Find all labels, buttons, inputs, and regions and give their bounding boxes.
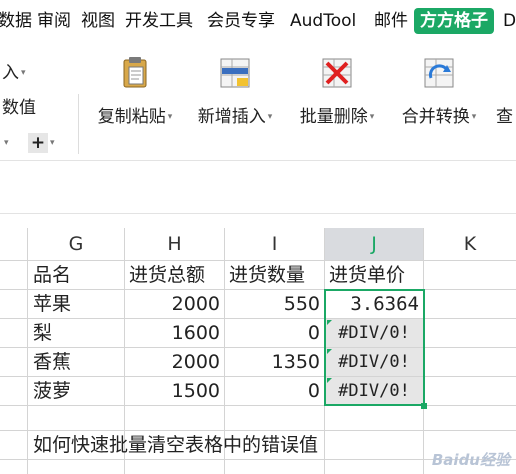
cell-i-pear[interactable]: 0 <box>225 319 324 347</box>
merge-convert-label: 合并转换 <box>401 107 470 127</box>
insert-icon <box>218 56 252 90</box>
cell-g-banana[interactable]: 香蕉 <box>33 348 123 376</box>
insert-button[interactable]: 新增插入 ▾ <box>192 56 278 128</box>
error-indicator-icon <box>327 349 332 354</box>
cell-h-apple[interactable]: 2000 <box>125 290 224 318</box>
grid-line <box>0 405 516 406</box>
column-header-i[interactable]: I <box>225 228 324 260</box>
menu-audtool[interactable]: AudTool <box>290 9 356 33</box>
menu-review[interactable]: 审阅 <box>37 9 71 33</box>
grid-line <box>0 430 516 431</box>
search-tool-button[interactable]: 查 <box>496 56 516 128</box>
menu-fangfanggezi[interactable]: 方方格子 <box>414 8 494 34</box>
menu-bar: 数据 审阅 视图 开发工具 会员专享 AudTool 邮件 方方格子 D <box>0 0 516 42</box>
cell-i-pineapple[interactable]: 0 <box>225 377 324 405</box>
clipboard-icon <box>118 56 152 90</box>
chevron-down-icon: ▾ <box>369 112 375 122</box>
ribbon-divider <box>78 94 79 154</box>
cell-j-header[interactable]: 进货单价 <box>329 261 422 289</box>
delete-icon <box>320 56 354 90</box>
batch-delete-label: 批量删除 <box>299 107 368 127</box>
cell-j-pear-error[interactable]: #DIV/0! <box>325 319 423 347</box>
watermark-logo: Baidu经验 <box>431 451 510 469</box>
cell-h-pear[interactable]: 1600 <box>125 319 224 347</box>
import-label: 入 <box>2 63 19 83</box>
copy-paste-label: 复制粘贴 <box>97 107 166 127</box>
cell-g-pineapple[interactable]: 菠萝 <box>33 377 123 405</box>
column-header-g[interactable]: G <box>28 228 124 260</box>
grid-line <box>423 228 424 474</box>
plus-icon[interactable]: + <box>27 133 48 153</box>
cell-h-header[interactable]: 进货总额 <box>129 261 223 289</box>
cell-i-banana[interactable]: 1350 <box>225 348 324 376</box>
note-text[interactable]: 如何快速批量清空表格中的错误值 <box>33 432 318 458</box>
column-header-k[interactable]: K <box>424 228 516 260</box>
numeric-label[interactable]: 数值 <box>2 97 36 119</box>
cell-h-banana[interactable]: 2000 <box>125 348 224 376</box>
import-button[interactable]: 入 ▾ <box>2 62 26 84</box>
cell-g-pear[interactable]: 梨 <box>33 319 123 347</box>
search-icon <box>511 56 512 90</box>
error-indicator-icon <box>327 378 332 383</box>
chevron-down-icon: ▾ <box>4 138 9 148</box>
cell-j-pineapple-error[interactable]: #DIV/0! <box>325 377 423 405</box>
grid-line <box>27 228 28 474</box>
column-header-j[interactable]: J <box>325 228 423 260</box>
error-indicator-icon <box>327 320 332 325</box>
fill-handle[interactable] <box>421 403 427 409</box>
column-header-h[interactable]: H <box>125 228 224 260</box>
convert-icon <box>422 56 456 90</box>
cell-g-apple[interactable]: 苹果 <box>33 290 123 318</box>
menu-developer[interactable]: 开发工具 <box>125 9 193 33</box>
menu-view[interactable]: 视图 <box>81 9 115 33</box>
cell-g-header[interactable]: 品名 <box>33 261 123 289</box>
copy-paste-button[interactable]: 复制粘贴 ▾ <box>92 56 178 128</box>
cell-j-apple[interactable]: 3.6364 <box>325 290 423 318</box>
chevron-down-icon: ▾ <box>267 112 273 122</box>
cell-h-pineapple[interactable]: 1500 <box>125 377 224 405</box>
ribbon: 入 ▾ 数值 ▾ + ▾ 复制粘贴 ▾ 新增插入 ▾ 批量删除 ▾ 合并转换 ▾… <box>0 42 516 160</box>
chevron-down-icon: ▾ <box>471 112 477 122</box>
chevron-down-icon: ▾ <box>49 138 55 148</box>
spreadsheet-grid: G H I J K 品名 进货总额 进货数量 进货单价 苹果 2000 550 … <box>0 228 516 474</box>
formula-bar-area <box>0 160 516 214</box>
search-tool-label: 查 <box>496 107 513 127</box>
menu-member[interactable]: 会员专享 <box>207 9 275 33</box>
cell-i-header[interactable]: 进货数量 <box>229 261 323 289</box>
insert-label: 新增插入 <box>197 107 266 127</box>
plus-dropdown[interactable]: ▾ + ▾ <box>2 132 54 154</box>
cell-j-banana-error[interactable]: #DIV/0! <box>325 348 423 376</box>
cell-i-apple[interactable]: 550 <box>225 290 324 318</box>
menu-mail[interactable]: 邮件 <box>374 9 408 33</box>
menu-data[interactable]: 数据 <box>0 9 32 33</box>
chevron-down-icon: ▾ <box>21 68 26 78</box>
chevron-down-icon: ▾ <box>167 112 173 122</box>
merge-convert-button[interactable]: 合并转换 ▾ <box>396 56 482 128</box>
batch-delete-button[interactable]: 批量删除 ▾ <box>294 56 380 128</box>
menu-more[interactable]: D <box>503 9 516 33</box>
